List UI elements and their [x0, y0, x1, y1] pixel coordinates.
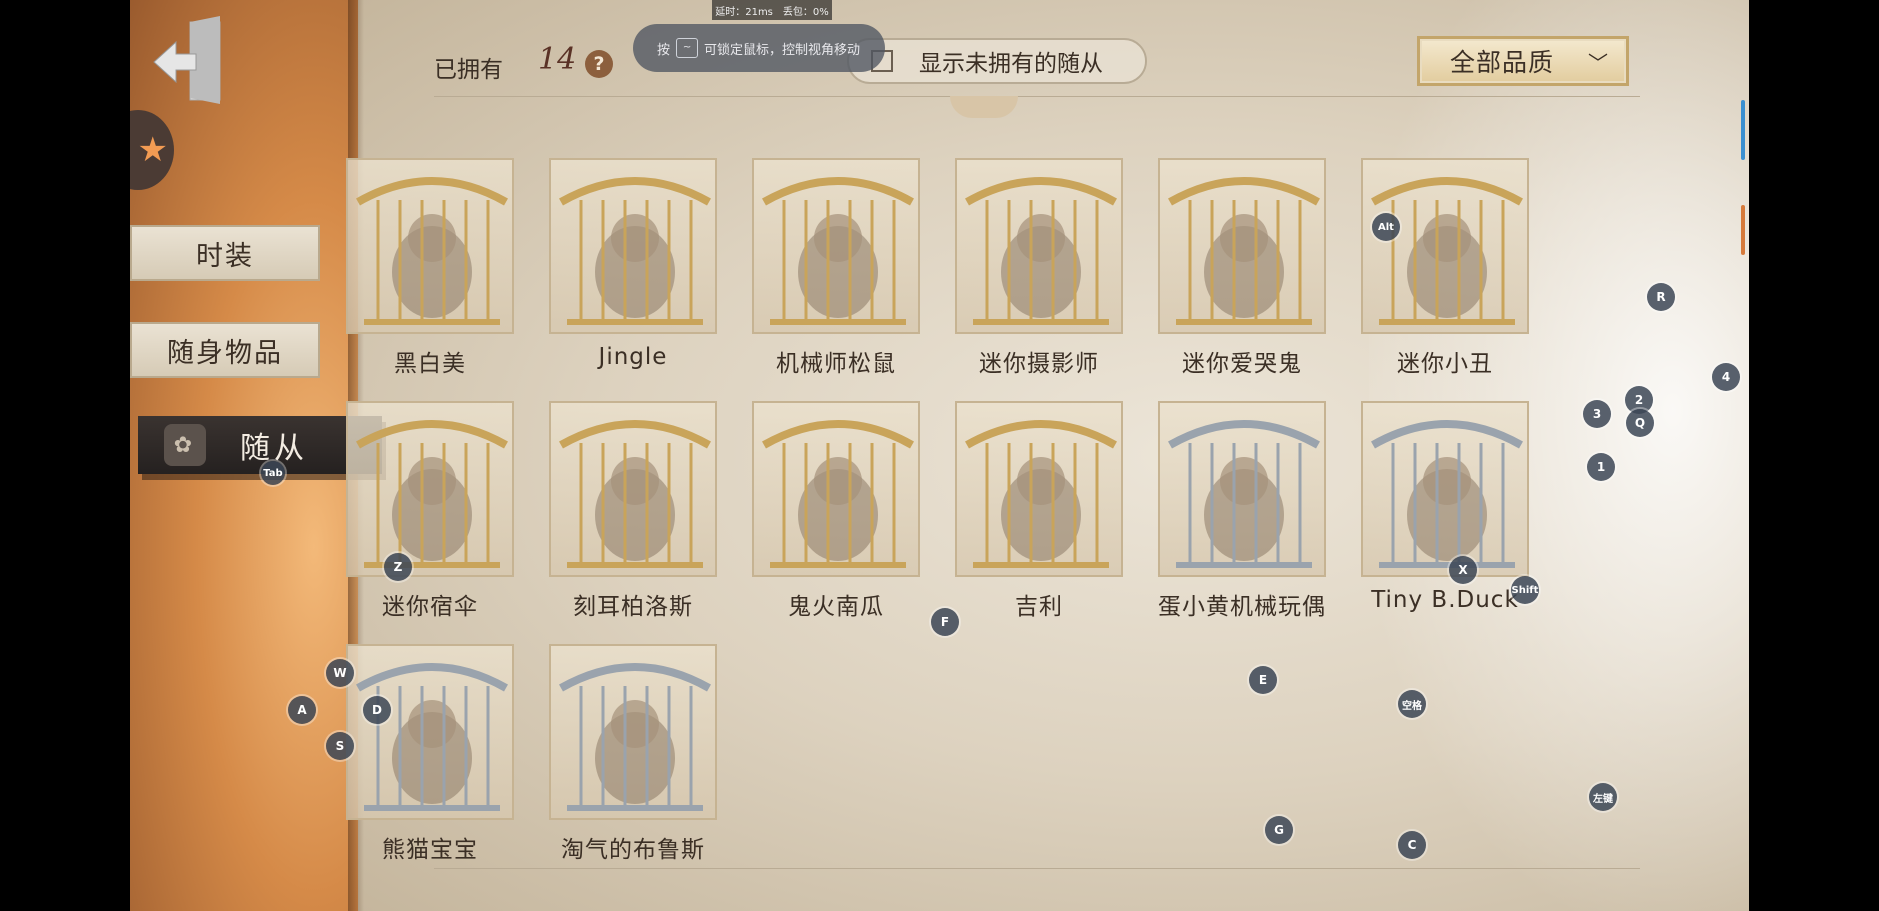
key-hint-18: Q — [1626, 409, 1654, 437]
key-hint-17: 4 — [1712, 363, 1740, 391]
scroll-indicator[interactable] — [1741, 205, 1745, 255]
back-exit-icon[interactable] — [150, 16, 230, 104]
pet-portrait — [346, 158, 514, 334]
pet-name: 黑白美 — [394, 351, 466, 377]
key-hint-8: G — [1265, 816, 1293, 844]
key-hint-11: Shift — [1511, 576, 1539, 604]
pet-card[interactable]: 迷你摄影师 — [939, 158, 1139, 393]
pet-card[interactable]: 吉利 — [939, 401, 1139, 636]
key-hint-7: E — [1249, 666, 1277, 694]
key-hint-14: 1 — [1587, 453, 1615, 481]
key-hint-10: X — [1449, 556, 1477, 584]
pet-name: 迷你爱哭鬼 — [1182, 351, 1302, 377]
key-hint-0: Tab — [261, 461, 285, 485]
tilde-key-icon: ~ — [676, 38, 699, 58]
pet-portrait — [752, 158, 920, 334]
pet-card[interactable]: 淘气的布鲁斯 — [533, 644, 733, 879]
pet-portrait — [955, 158, 1123, 334]
pet-name: 鬼火南瓜 — [788, 594, 884, 620]
pet-card[interactable]: 机械师松鼠 — [736, 158, 936, 393]
show-unowned-label: 显示未拥有的随从 — [919, 51, 1103, 77]
network-status: 延时：21ms 丢包：0% — [712, 0, 832, 20]
pet-name: 吉利 — [1015, 594, 1063, 620]
owned-label: 已拥有 — [434, 57, 503, 83]
key-hint-20: 左键 — [1589, 783, 1617, 811]
pet-card[interactable]: 黑白美 — [330, 158, 530, 393]
tab-fashion[interactable]: 时装 — [130, 225, 320, 281]
pet-name: 机械师松鼠 — [776, 351, 896, 377]
crest-icon: ✿ — [164, 424, 206, 466]
pet-card[interactable]: 迷你爱哭鬼 — [1142, 158, 1342, 393]
pet-card[interactable]: 刻耳柏洛斯 — [533, 401, 733, 636]
key-hint-3: A — [288, 696, 316, 724]
pet-name: 刻耳柏洛斯 — [573, 594, 693, 620]
hint-toast: 按 ~ 可锁定鼠标，控制视角移动 — [633, 24, 885, 72]
pet-portrait — [346, 401, 514, 577]
pet-portrait — [549, 158, 717, 334]
divider — [434, 96, 1640, 97]
pet-portrait — [1158, 401, 1326, 577]
pet-name: 迷你摄影师 — [979, 351, 1099, 377]
pet-portrait — [1361, 401, 1529, 577]
quality-selected-value: 全部品质 — [1450, 48, 1555, 77]
pet-name: 迷你宿伞 — [382, 594, 478, 620]
pet-card[interactable]: 鬼火南瓜 — [736, 401, 936, 636]
tab-accessories[interactable]: 随身物品 — [130, 322, 320, 378]
pet-card[interactable]: 迷你小丑 — [1345, 158, 1545, 393]
pet-name: 淘气的布鲁斯 — [561, 837, 705, 863]
pet-card[interactable]: Jingle — [533, 158, 733, 393]
key-hint-13: R — [1647, 283, 1675, 311]
pet-portrait — [1158, 158, 1326, 334]
chevron-down-icon: ﹀ — [1588, 51, 1608, 75]
key-hint-12: Alt — [1372, 213, 1400, 241]
pet-portrait — [549, 401, 717, 577]
key-hint-19: 空格 — [1398, 690, 1426, 718]
pet-portrait — [1361, 158, 1529, 334]
owned-count: 14 — [538, 42, 577, 77]
scroll-indicator[interactable] — [1741, 100, 1745, 160]
pet-name: 迷你小丑 — [1397, 351, 1493, 377]
game-screen: ★ 时装 随身物品 ✿ 随从 已拥有 14 ? 显示未拥有的随从 全部品质 ﹀ — [130, 0, 1749, 911]
pet-name: 蛋小黄机械玩偶 — [1158, 594, 1326, 620]
pet-portrait — [549, 644, 717, 820]
pet-portrait — [752, 401, 920, 577]
pet-name: Jingle — [598, 344, 668, 370]
pet-card[interactable]: 迷你宿伞 — [330, 401, 530, 636]
pet-card[interactable]: 熊猫宝宝 — [330, 644, 530, 879]
show-unowned-toggle[interactable]: 显示未拥有的随从 — [847, 38, 1147, 84]
pet-card[interactable]: 蛋小黄机械玩偶 — [1142, 401, 1342, 636]
key-hint-5: D — [363, 696, 391, 724]
key-hint-9: C — [1398, 831, 1426, 859]
pet-card[interactable]: Tiny B.Duck — [1345, 401, 1545, 636]
help-icon[interactable]: ? — [585, 50, 613, 78]
quality-dropdown[interactable]: 全部品质 ﹀ — [1417, 36, 1629, 86]
key-hint-6: F — [931, 608, 959, 636]
key-hint-4: S — [326, 732, 354, 760]
pet-name: 熊猫宝宝 — [382, 837, 478, 863]
pet-portrait — [955, 401, 1123, 577]
key-hint-1: Z — [384, 553, 412, 581]
key-hint-2: W — [326, 659, 354, 687]
pet-portrait — [346, 644, 514, 820]
key-hint-16: 3 — [1583, 400, 1611, 428]
